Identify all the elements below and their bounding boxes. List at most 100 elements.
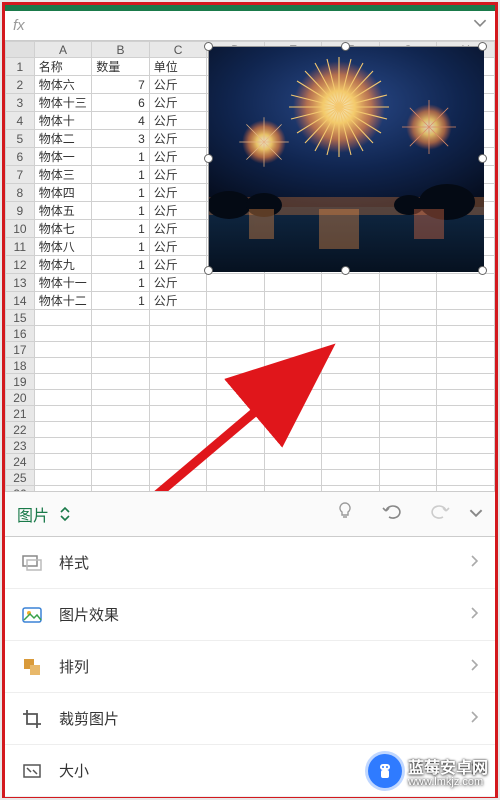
cell-B14[interactable]: 1 <box>92 292 150 310</box>
row-header-13[interactable]: 13 <box>6 274 35 292</box>
cell-C12[interactable]: 公斤 <box>149 256 207 274</box>
cell-C2[interactable]: 公斤 <box>149 76 207 94</box>
cell[interactable] <box>207 422 265 438</box>
cell[interactable] <box>207 406 265 422</box>
cell[interactable] <box>207 470 265 486</box>
cell[interactable] <box>264 274 322 292</box>
cell[interactable] <box>264 470 322 486</box>
cell[interactable] <box>149 454 207 470</box>
cell-B4[interactable]: 4 <box>92 112 150 130</box>
cell[interactable] <box>149 342 207 358</box>
cell[interactable] <box>207 486 265 492</box>
cell[interactable] <box>379 342 437 358</box>
cell[interactable] <box>437 326 495 342</box>
cell-B2[interactable]: 7 <box>92 76 150 94</box>
cell[interactable] <box>322 310 380 326</box>
row-header-2[interactable]: 2 <box>6 76 35 94</box>
cell-C9[interactable]: 公斤 <box>149 202 207 220</box>
row-header-16[interactable]: 16 <box>6 326 35 342</box>
cell-A3[interactable]: 物体十三 <box>34 94 92 112</box>
cell[interactable] <box>322 454 380 470</box>
cell[interactable] <box>92 422 150 438</box>
cell[interactable] <box>264 310 322 326</box>
cell-C3[interactable]: 公斤 <box>149 94 207 112</box>
cell[interactable] <box>437 406 495 422</box>
cell-B12[interactable]: 1 <box>92 256 150 274</box>
option-arrange[interactable]: 排列 <box>5 641 495 693</box>
cell[interactable] <box>34 374 92 390</box>
cell-C1[interactable]: 单位 <box>149 58 207 76</box>
cell[interactable] <box>322 390 380 406</box>
spreadsheet-grid[interactable]: ABCDEFGH1名称数量单位2物体六7公斤3物体十三6公斤4物体十4公斤5物体… <box>5 41 495 491</box>
row-header-6[interactable]: 6 <box>6 148 35 166</box>
cell[interactable] <box>207 390 265 406</box>
resize-handle-n[interactable] <box>341 42 350 51</box>
row-header-7[interactable]: 7 <box>6 166 35 184</box>
cell[interactable] <box>379 274 437 292</box>
col-header-C[interactable]: C <box>149 42 207 58</box>
cell[interactable] <box>437 374 495 390</box>
cell[interactable] <box>264 326 322 342</box>
resize-handle-e[interactable] <box>478 154 487 163</box>
option-crop[interactable]: 裁剪图片 <box>5 693 495 745</box>
cell[interactable] <box>149 390 207 406</box>
row-header-10[interactable]: 10 <box>6 220 35 238</box>
embedded-image[interactable] <box>208 46 483 271</box>
cell[interactable] <box>322 438 380 454</box>
row-header-25[interactable]: 25 <box>6 470 35 486</box>
cell[interactable] <box>149 358 207 374</box>
row-header-5[interactable]: 5 <box>6 130 35 148</box>
row-header-12[interactable]: 12 <box>6 256 35 274</box>
cell[interactable] <box>34 358 92 374</box>
cell[interactable] <box>92 470 150 486</box>
cell[interactable] <box>34 406 92 422</box>
cell-B7[interactable]: 1 <box>92 166 150 184</box>
cell[interactable] <box>379 438 437 454</box>
row-header-20[interactable]: 20 <box>6 390 35 406</box>
cell[interactable] <box>34 454 92 470</box>
cell[interactable] <box>322 274 380 292</box>
cell-C8[interactable]: 公斤 <box>149 184 207 202</box>
cell[interactable] <box>379 406 437 422</box>
cell-C14[interactable]: 公斤 <box>149 292 207 310</box>
cell[interactable] <box>437 486 495 492</box>
cell-C10[interactable]: 公斤 <box>149 220 207 238</box>
cell[interactable] <box>264 422 322 438</box>
cell[interactable] <box>207 310 265 326</box>
cell-A12[interactable]: 物体九 <box>34 256 92 274</box>
option-effects[interactable]: 图片效果 <box>5 589 495 641</box>
cell-A14[interactable]: 物体十二 <box>34 292 92 310</box>
cell[interactable] <box>322 292 380 310</box>
cell-B11[interactable]: 1 <box>92 238 150 256</box>
row-header-8[interactable]: 8 <box>6 184 35 202</box>
row-header-15[interactable]: 15 <box>6 310 35 326</box>
cell[interactable] <box>149 438 207 454</box>
cell[interactable] <box>207 454 265 470</box>
cell[interactable] <box>207 292 265 310</box>
cell[interactable] <box>149 422 207 438</box>
undo-icon[interactable] <box>373 501 411 527</box>
cell-C5[interactable]: 公斤 <box>149 130 207 148</box>
redo-icon[interactable] <box>421 501 459 527</box>
row-header-3[interactable]: 3 <box>6 94 35 112</box>
cell[interactable] <box>207 326 265 342</box>
col-header-B[interactable]: B <box>92 42 150 58</box>
cell[interactable] <box>437 310 495 326</box>
cell[interactable] <box>437 390 495 406</box>
cell[interactable] <box>264 390 322 406</box>
chevron-down-icon[interactable] <box>473 16 487 35</box>
cell[interactable] <box>207 358 265 374</box>
cell[interactable] <box>322 470 380 486</box>
cell[interactable] <box>264 406 322 422</box>
cell[interactable] <box>437 470 495 486</box>
row-header-14[interactable]: 14 <box>6 292 35 310</box>
cell[interactable] <box>92 374 150 390</box>
cell-C4[interactable]: 公斤 <box>149 112 207 130</box>
cell[interactable] <box>264 486 322 492</box>
cell[interactable] <box>437 292 495 310</box>
cell[interactable] <box>264 342 322 358</box>
cell-B3[interactable]: 6 <box>92 94 150 112</box>
cell-B8[interactable]: 1 <box>92 184 150 202</box>
cell[interactable] <box>437 358 495 374</box>
cell[interactable] <box>207 374 265 390</box>
